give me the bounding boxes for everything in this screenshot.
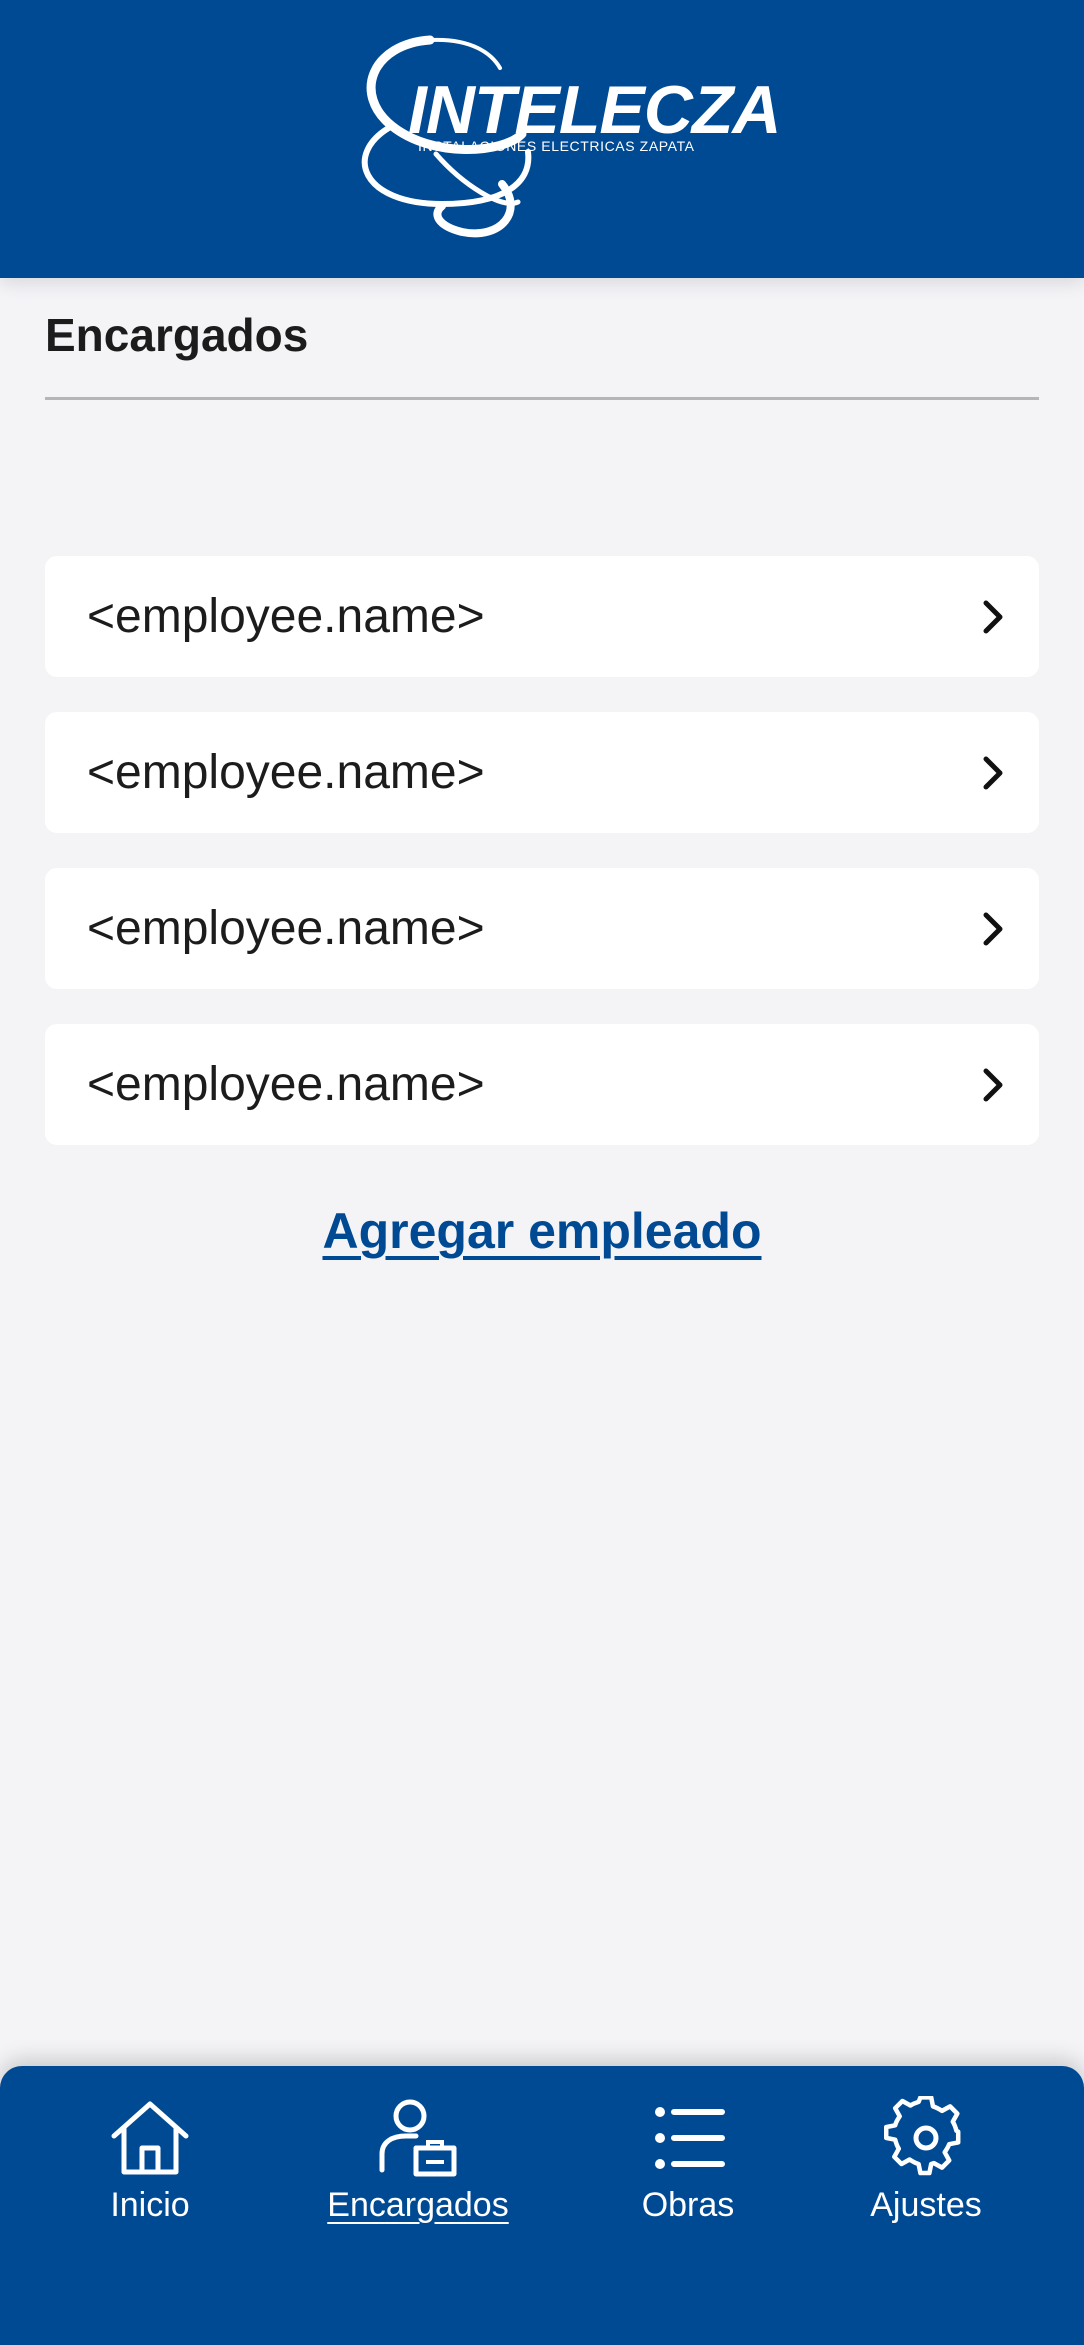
chevron-right-icon (983, 600, 1003, 634)
chevron-right-icon (983, 1068, 1003, 1102)
employee-list: <employee.name> <employee.name> <employe… (45, 556, 1039, 1180)
intelecza-logo: INTELECZA INSTALACIONES ELECTRICAS ZAPAT… (352, 34, 782, 244)
nav-item-obras[interactable]: Obras (578, 2096, 798, 2246)
employee-list-item[interactable]: <employee.name> (45, 712, 1039, 833)
logo-wordmark: INTELECZA (408, 72, 782, 148)
nav-item-ajustes[interactable]: Ajustes (816, 2096, 1036, 2246)
nav-item-inicio[interactable]: Inicio (40, 2096, 260, 2246)
employee-name: <employee.name> (87, 746, 485, 799)
employee-name: <employee.name> (87, 1058, 485, 1111)
bottom-navigation: Inicio Encargados Obras Ajustes (0, 2066, 1084, 2345)
employee-list-item[interactable]: <employee.name> (45, 1024, 1039, 1145)
nav-item-encargados[interactable]: Encargados (308, 2096, 528, 2246)
app-header: INTELECZA INSTALACIONES ELECTRICAS ZAPAT… (0, 0, 1084, 278)
employee-name: <employee.name> (87, 590, 485, 643)
person-briefcase-icon (379, 2099, 457, 2177)
chevron-right-icon (983, 912, 1003, 946)
list-icon (655, 2107, 725, 2169)
chevron-right-icon (983, 756, 1003, 790)
home-icon (111, 2101, 189, 2175)
logo-tagline: INSTALACIONES ELECTRICAS ZAPATA (418, 138, 695, 154)
employee-list-item[interactable]: <employee.name> (45, 556, 1039, 677)
nav-label-encargados: Encargados (327, 2186, 509, 2224)
title-divider (45, 397, 1039, 400)
gear-icon (884, 2096, 961, 2176)
add-employee-link[interactable]: Agregar empleado (0, 1206, 1084, 1256)
nav-label-obras: Obras (641, 2186, 735, 2224)
nav-label-inicio: Inicio (110, 2186, 190, 2224)
employee-name: <employee.name> (87, 902, 485, 955)
nav-label-ajustes: Ajustes (870, 2186, 982, 2224)
app-screen: INTELECZA INSTALACIONES ELECTRICAS ZAPAT… (0, 0, 1084, 2345)
page-title: Encargados (45, 309, 309, 361)
employee-list-item[interactable]: <employee.name> (45, 868, 1039, 989)
